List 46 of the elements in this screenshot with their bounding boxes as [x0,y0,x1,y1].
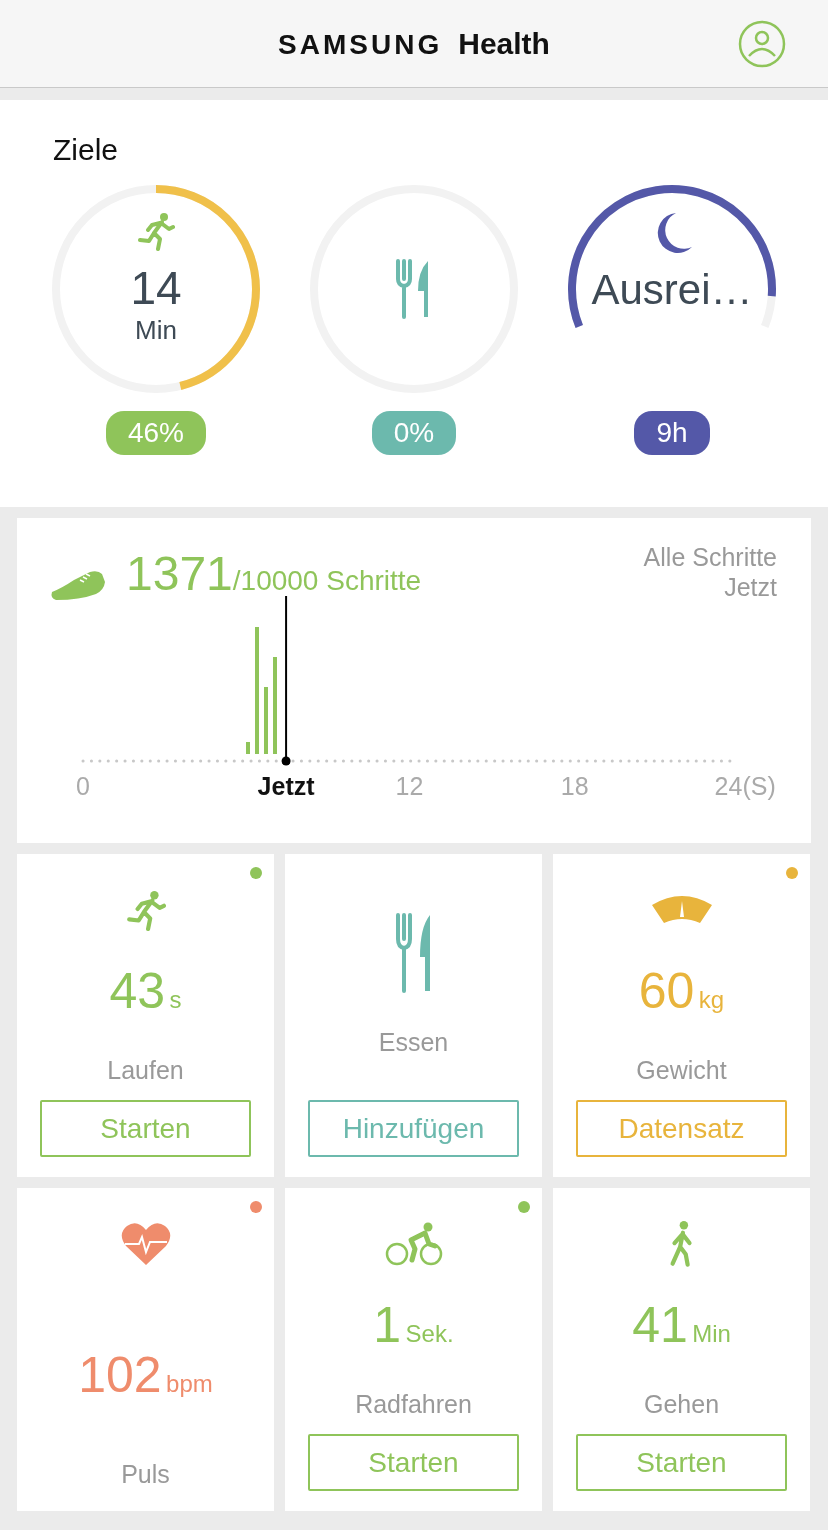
tile-label: Gewicht [636,1056,727,1085]
tracker-tile[interactable]: Essen Hinzufügen [285,854,542,1177]
action-button[interactable]: Hinzufügen [308,1100,519,1157]
goal-value: 14 [130,265,182,311]
all-steps-link[interactable]: Alle Schritte [643,542,777,572]
action-button[interactable]: Starten [576,1434,787,1491]
time-label: Jetzt [724,572,777,602]
tracker-tile[interactable]: 43 s Laufen Starten [17,854,274,1177]
shoe-icon [50,570,106,600]
tile-value: 1 Sek. [373,1300,454,1350]
steps-card[interactable]: 1371/10000 Schritte Alle Schritte Jetzt 0 Jetzt 12 18 24(S) [17,518,811,843]
tile-value: 41 Min [632,1300,731,1350]
tile-label: Essen [378,1028,449,1057]
tile-label: Gehen [643,1390,720,1419]
axis-label: 0 [76,772,90,801]
axis-label: 12 [395,772,424,801]
cyclist-icon [384,1222,443,1266]
tile-label: Laufen [107,1056,184,1085]
tracker-tile[interactable]: 60 kg Gewicht Datensatz [553,854,810,1177]
runner-icon [124,889,167,931]
goal-badge: 46% [105,411,206,455]
tile-value: 102 bpm [78,1350,213,1400]
goal-badge: 0% [371,411,457,455]
tile-label: Radfahren [355,1390,472,1419]
tracker-tile[interactable]: 102 bpm Puls [17,1188,274,1511]
tile-label: Puls [121,1460,170,1489]
profile-icon[interactable] [738,20,786,68]
goal-badge: 9h [634,411,710,455]
action-button[interactable]: Starten [40,1100,251,1157]
tile-value: 43 s [109,966,182,1016]
axis-label: 24(S) [714,772,776,801]
goal-value: Ausrei… [591,269,753,311]
app-logo: SAMSUNG Health [278,26,550,61]
action-button[interactable]: Starten [308,1434,519,1491]
runner-icon [136,211,176,251]
heart-pulse-icon [120,1222,171,1266]
tile-value: 60 kg [638,966,725,1016]
tracker-tile[interactable]: 1 Sek. Radfahren Starten [285,1188,542,1511]
step-count: 1371/10000 Schritte [126,546,422,601]
action-button[interactable]: Datensatz [576,1100,787,1157]
goal-unit: Min [135,315,177,346]
section-title: Ziele [53,133,119,167]
scale-icon [651,895,712,925]
axis-label: 18 [560,772,589,801]
tracker-tile[interactable]: 41 Min Gehen Starten [553,1188,810,1511]
axis-label: Jetzt [257,772,315,801]
